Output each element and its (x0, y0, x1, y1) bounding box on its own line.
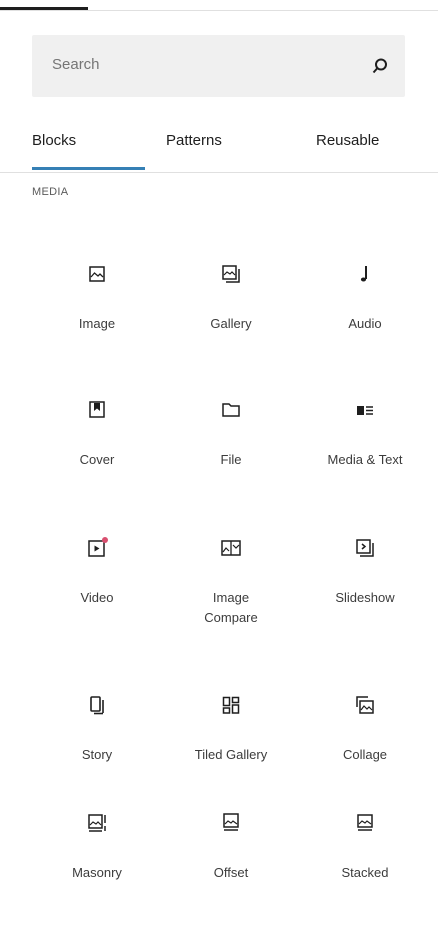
block-masonry[interactable]: Masonry (24, 811, 170, 931)
block-label: Image (78, 316, 116, 331)
search-input[interactable]: Search (52, 56, 100, 73)
top-tab-indicator (0, 7, 88, 10)
video-icon (85, 536, 109, 560)
inserter-tabs: Blocks Patterns Reusable (0, 120, 438, 173)
block-label: Gallery (210, 316, 252, 331)
block-label: Image Compare (204, 590, 258, 625)
block-file[interactable]: File (158, 398, 304, 518)
block-stacked[interactable]: Stacked (292, 811, 438, 931)
block-tiled-gallery[interactable]: Tiled Gallery (158, 693, 304, 813)
stacked-icon (353, 811, 377, 835)
block-image[interactable]: Image (24, 262, 170, 382)
block-label: Collage (342, 747, 388, 762)
search-icon[interactable] (371, 57, 389, 75)
cover-icon (85, 398, 109, 422)
file-icon (219, 398, 243, 422)
block-label: Cover (79, 452, 115, 467)
block-label: Stacked (341, 865, 389, 880)
tab-patterns[interactable]: Patterns (166, 132, 222, 149)
block-label: Audio (348, 316, 382, 331)
block-label: Media & Text (327, 452, 403, 467)
block-label: Story (81, 747, 113, 762)
block-cover[interactable]: Cover (24, 398, 170, 518)
block-label: Offset (213, 865, 249, 880)
story-icon (85, 693, 109, 717)
block-label: Tiled Gallery (194, 747, 268, 762)
offset-icon (219, 811, 243, 835)
block-gallery[interactable]: Gallery (158, 262, 304, 382)
block-label: Masonry (72, 865, 122, 880)
block-collage[interactable]: Collage (292, 693, 438, 813)
block-audio[interactable]: Audio (292, 262, 438, 382)
block-label: Slideshow (335, 590, 395, 605)
masonry-icon (85, 811, 109, 835)
search-box[interactable]: Search (32, 35, 405, 97)
block-label: Video (80, 590, 114, 605)
block-video[interactable]: Video (24, 536, 170, 656)
collage-icon (353, 693, 377, 717)
block-label: File (220, 452, 242, 467)
image-icon (85, 262, 109, 286)
top-bar (0, 0, 438, 11)
image-compare-icon (219, 536, 243, 560)
section-title: MEDIA (32, 186, 69, 198)
block-image-compare[interactable]: Image Compare (158, 536, 304, 656)
tab-reusable[interactable]: Reusable (316, 132, 379, 149)
block-offset[interactable]: Offset (158, 811, 304, 931)
audio-icon (353, 262, 377, 286)
active-tab-indicator (32, 167, 145, 170)
tab-blocks[interactable]: Blocks (32, 132, 76, 149)
tiled-gallery-icon (219, 693, 243, 717)
block-media-text[interactable]: Media & Text (292, 398, 438, 518)
block-story[interactable]: Story (24, 693, 170, 813)
gallery-icon (219, 262, 243, 286)
block-slideshow[interactable]: Slideshow (292, 536, 438, 656)
media-text-icon (353, 398, 377, 422)
slideshow-icon (353, 536, 377, 560)
